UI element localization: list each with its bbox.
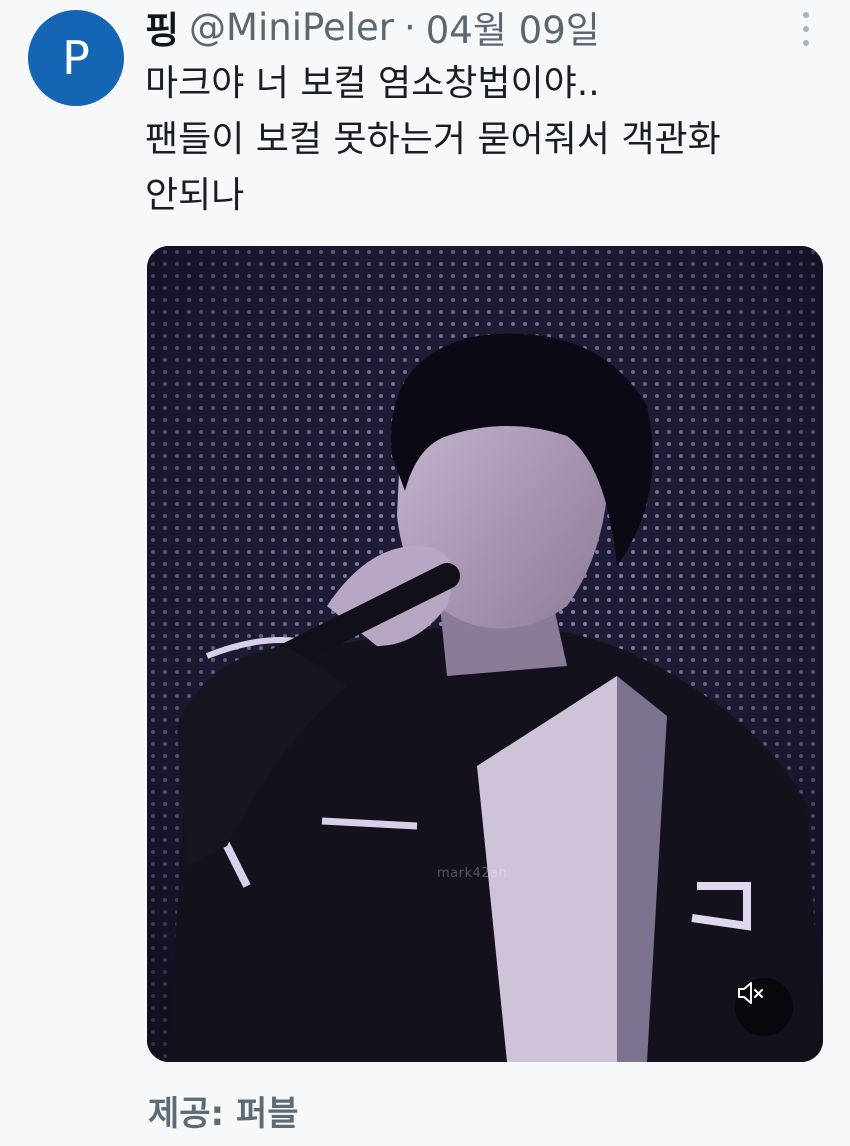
separator: · — [404, 5, 416, 49]
display-name[interactable]: 핑 — [145, 0, 179, 54]
tweet-text-line: 팬들이 보컬 못하는거 묻어줘서 객관화 — [145, 119, 721, 160]
more-vertical-icon[interactable] — [800, 12, 812, 46]
video-player[interactable]: mark42an — [147, 246, 823, 1062]
video-frame — [147, 246, 823, 1062]
video-watermark: mark42an — [437, 866, 508, 881]
tweet-text: 마크야 너 보컬 염소창법이야.. 팬들이 보컬 못하는거 묻어줘서 객관화 안… — [145, 56, 825, 224]
speaker-muted-icon[interactable] — [735, 978, 793, 1036]
tweet-header: 핑 @MiniPeler · 04월 09일 — [145, 0, 780, 54]
avatar[interactable]: P — [28, 10, 124, 106]
tweet-text-line: 마크야 너 보컬 염소창법이야.. — [145, 63, 600, 104]
tweet-text-line: 안되나 — [145, 175, 245, 216]
caption-credit: 제공: 퍼블 — [148, 1094, 299, 1134]
tweet-date[interactable]: 04월 09일 — [426, 0, 600, 54]
handle[interactable]: @MiniPeler — [189, 6, 394, 49]
avatar-letter: P — [62, 31, 90, 85]
